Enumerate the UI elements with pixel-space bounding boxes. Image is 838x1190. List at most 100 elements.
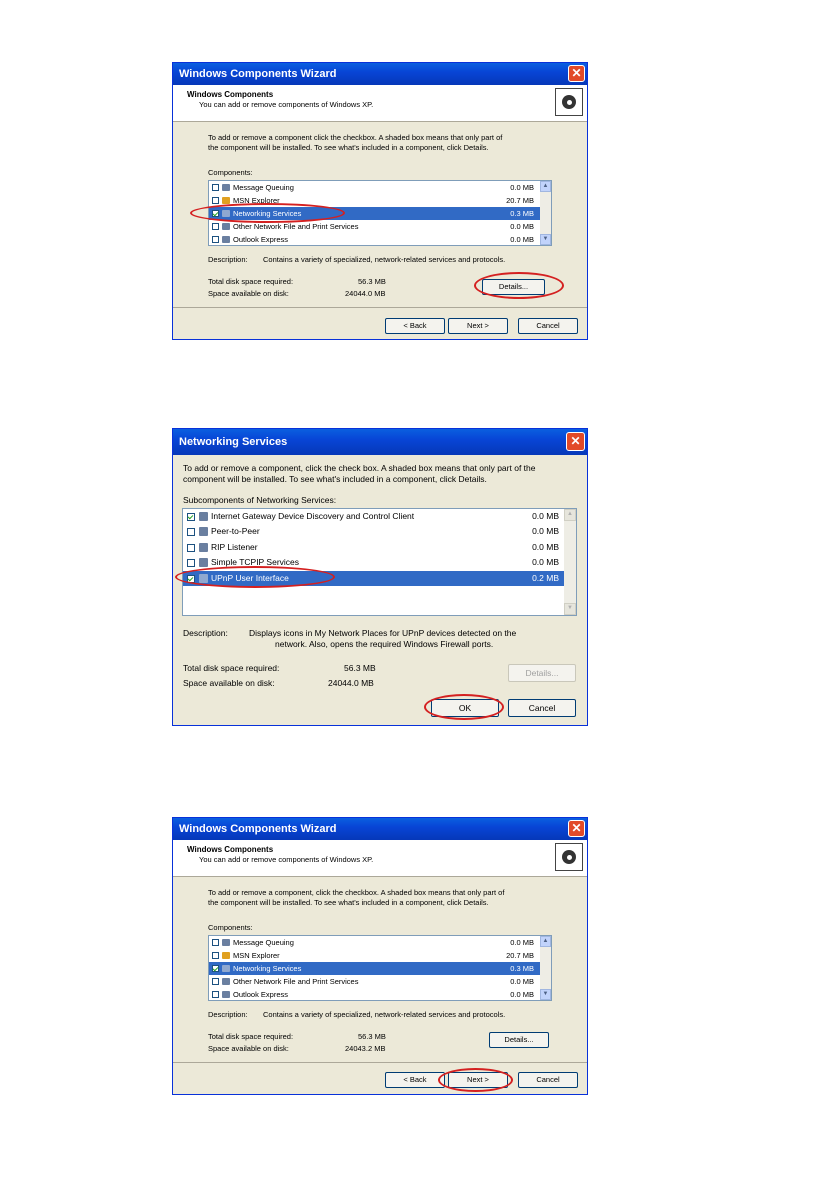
next-button[interactable]: Next > [448,318,508,334]
networking-services-window: Networking Services ✕ To add or remove a… [172,428,588,726]
item-label: Networking Services [233,209,302,218]
list-item[interactable]: Message Queuing 0.0 MB [209,936,542,949]
cancel-button[interactable]: Cancel [518,318,578,334]
components-list[interactable]: Message Queuing 0.0 MB MSN Explorer 20.7… [208,180,552,246]
components-list[interactable]: Message Queuing 0.0 MB MSN Explorer 20.7… [208,935,552,1001]
back-button[interactable]: < Back [385,318,445,334]
header-title: Windows Components [187,845,274,854]
total-space-label: Total disk space required: [208,277,294,286]
checkbox-checked[interactable] [212,965,219,972]
network-icon [222,210,230,217]
available-space-label: Space available on disk: [208,1044,289,1053]
item-size: 0.0 MB [510,990,534,999]
checkbox[interactable] [187,559,195,567]
checkbox-checked[interactable] [187,513,195,521]
intro-line-2: component will be installed. To see what… [183,474,487,484]
description-text: Contains a variety of specialized, netwo… [263,1010,506,1019]
close-button[interactable]: ✕ [566,432,585,451]
list-item[interactable]: Outlook Express 0.0 MB [209,233,542,245]
scroll-down-icon[interactable]: ▼ [564,603,576,615]
total-space-value: 56.3 MB [344,663,376,673]
list-scrollbar[interactable]: ▲ ▼ [540,181,551,245]
list-item[interactable]: Message Queuing 0.0 MB [209,181,542,194]
message-queuing-icon [222,184,230,191]
network-computer-icon [199,558,208,567]
components-label: Components: [208,923,253,932]
scroll-down-icon[interactable]: ▼ [540,989,551,1000]
checkbox[interactable] [212,223,219,230]
scroll-down-icon[interactable]: ▼ [540,234,551,245]
wizard-header: Windows Components You can add or remove… [173,840,587,877]
description-label: Description: [183,628,228,638]
network-icon [222,965,230,972]
description-line-2: network. Also, opens the required Window… [275,639,494,649]
list-item-selected[interactable]: UPnP User Interface 0.2 MB [183,571,565,586]
item-size: 20.7 MB [506,196,534,205]
available-space-value: 24044.0 MB [328,678,374,688]
wizard-header: Windows Components You can add or remove… [173,85,587,122]
outlook-express-icon [222,236,230,243]
total-space-value: 56.3 MB [358,277,386,286]
item-size: 0.3 MB [510,209,534,218]
wizard-window-1: Windows Components Wizard ✕ Windows Comp… [172,62,588,340]
item-label: Peer-to-Peer [211,526,260,536]
next-button[interactable]: Next > [448,1072,508,1088]
list-item[interactable]: Simple TCPIP Services 0.0 MB [183,555,565,570]
wizard-window-2: Windows Components Wizard ✕ Windows Comp… [172,817,588,1095]
footer-divider [173,1062,587,1063]
item-label: UPnP User Interface [211,573,289,583]
details-button[interactable]: Details... [508,664,576,682]
checkbox[interactable] [212,978,219,985]
list-item-selected[interactable]: Networking Services 0.3 MB [209,207,542,220]
cancel-button[interactable]: Cancel [508,699,576,717]
checkbox-checked[interactable] [187,575,195,583]
network-computer-icon [199,543,208,552]
checkbox[interactable] [212,197,219,204]
checkbox[interactable] [212,184,219,191]
back-button[interactable]: < Back [385,1072,445,1088]
list-item-selected[interactable]: Networking Services 0.3 MB [209,962,542,975]
checkbox[interactable] [212,991,219,998]
details-button[interactable]: Details... [482,279,545,295]
checkbox-checked[interactable] [212,210,219,217]
list-item[interactable]: Internet Gateway Device Discovery and Co… [183,509,565,524]
item-label: Networking Services [233,964,302,973]
checkbox[interactable] [187,528,195,536]
total-space-value: 56.3 MB [358,1032,386,1041]
network-printer-icon [222,978,230,985]
details-button[interactable]: Details... [489,1032,549,1048]
item-label: Message Queuing [233,938,294,947]
close-button[interactable]: ✕ [568,820,585,837]
item-size: 0.0 MB [510,235,534,244]
list-item[interactable]: Peer-to-Peer 0.0 MB [183,524,565,539]
subcomponents-list[interactable]: Internet Gateway Device Discovery and Co… [182,508,577,616]
checkbox[interactable] [212,952,219,959]
checkbox[interactable] [212,939,219,946]
list-scrollbar[interactable]: ▲ ▼ [564,509,576,615]
item-size: 0.0 MB [510,222,534,231]
list-item[interactable]: MSN Explorer 20.7 MB [209,949,542,962]
header-title: Windows Components [187,90,274,99]
available-space-label: Space available on disk: [183,678,275,688]
ok-button[interactable]: OK [431,699,499,717]
item-label: RIP Listener [211,542,258,552]
msn-butterfly-icon [222,952,230,959]
list-item[interactable]: MSN Explorer 20.7 MB [209,194,542,207]
total-space-label: Total disk space required: [208,1032,294,1041]
list-item[interactable]: Outlook Express 0.0 MB [209,988,542,1000]
list-item[interactable]: Other Network File and Print Services 0.… [209,975,542,988]
item-size: 20.7 MB [506,951,534,960]
msn-butterfly-icon [222,197,230,204]
header-subtitle: You can add or remove components of Wind… [199,100,374,109]
close-button[interactable]: ✕ [568,65,585,82]
cancel-button[interactable]: Cancel [518,1072,578,1088]
list-item[interactable]: Other Network File and Print Services 0.… [209,220,542,233]
scroll-up-icon[interactable]: ▲ [564,509,576,521]
available-space-label: Space available on disk: [208,289,289,298]
list-scrollbar[interactable]: ▲ ▼ [540,936,551,1000]
checkbox[interactable] [212,236,219,243]
scroll-up-icon[interactable]: ▲ [540,936,551,947]
list-item[interactable]: RIP Listener 0.0 MB [183,540,565,555]
checkbox[interactable] [187,544,195,552]
scroll-up-icon[interactable]: ▲ [540,181,551,192]
